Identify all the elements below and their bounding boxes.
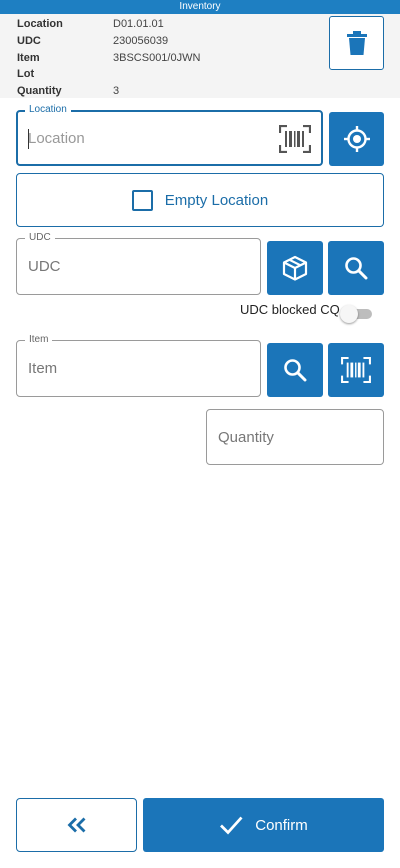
- info-label: Location: [17, 18, 63, 30]
- app-title: Inventory: [0, 0, 400, 14]
- info-label: Item: [17, 52, 40, 64]
- toggle-knob: [340, 305, 358, 323]
- udc-blocked-toggle[interactable]: [340, 305, 372, 323]
- trash-icon: [346, 31, 367, 55]
- empty-location-label: Empty Location: [164, 191, 269, 209]
- info-value: D01.01.01: [113, 18, 164, 30]
- info-value: 3BSCS001/0JWN: [113, 52, 201, 64]
- barcode-icon[interactable]: [279, 125, 311, 153]
- barcode-icon: [341, 357, 371, 383]
- location-field[interactable]: Location: [16, 103, 323, 166]
- delete-button[interactable]: [329, 16, 384, 70]
- udc-blocked-label: UDC blocked CQ: [240, 302, 340, 317]
- back-button[interactable]: [16, 798, 137, 852]
- empty-location-checkbox[interactable]: [131, 189, 153, 211]
- udc-input[interactable]: [28, 239, 248, 294]
- confirm-label: Confirm: [255, 816, 308, 834]
- info-value: 230056039: [113, 35, 169, 47]
- info-label: Quantity: [17, 85, 62, 97]
- search-icon: [284, 359, 307, 382]
- target-icon: [343, 126, 370, 152]
- info-label: UDC: [17, 35, 41, 47]
- quantity-field[interactable]: [206, 409, 384, 465]
- confirm-button[interactable]: Confirm: [143, 798, 384, 852]
- locate-button[interactable]: [329, 112, 384, 166]
- item-search-button[interactable]: [267, 343, 323, 397]
- udc-search-button[interactable]: [328, 241, 384, 295]
- double-chevron-left-icon: [67, 817, 85, 833]
- search-icon: [345, 257, 368, 280]
- udc-field[interactable]: UDC: [16, 231, 261, 295]
- item-input[interactable]: [28, 341, 248, 396]
- info-value: 3: [113, 85, 120, 97]
- item-field[interactable]: Item: [16, 333, 261, 397]
- info-label: Lot: [17, 68, 35, 80]
- item-scan-button[interactable]: [328, 343, 384, 397]
- check-icon: [220, 816, 243, 835]
- empty-location-button[interactable]: Empty Location: [16, 173, 384, 227]
- location-input[interactable]: [28, 112, 248, 164]
- quantity-input[interactable]: [218, 410, 368, 464]
- box-icon: [282, 255, 308, 281]
- udc-box-button[interactable]: [267, 241, 323, 295]
